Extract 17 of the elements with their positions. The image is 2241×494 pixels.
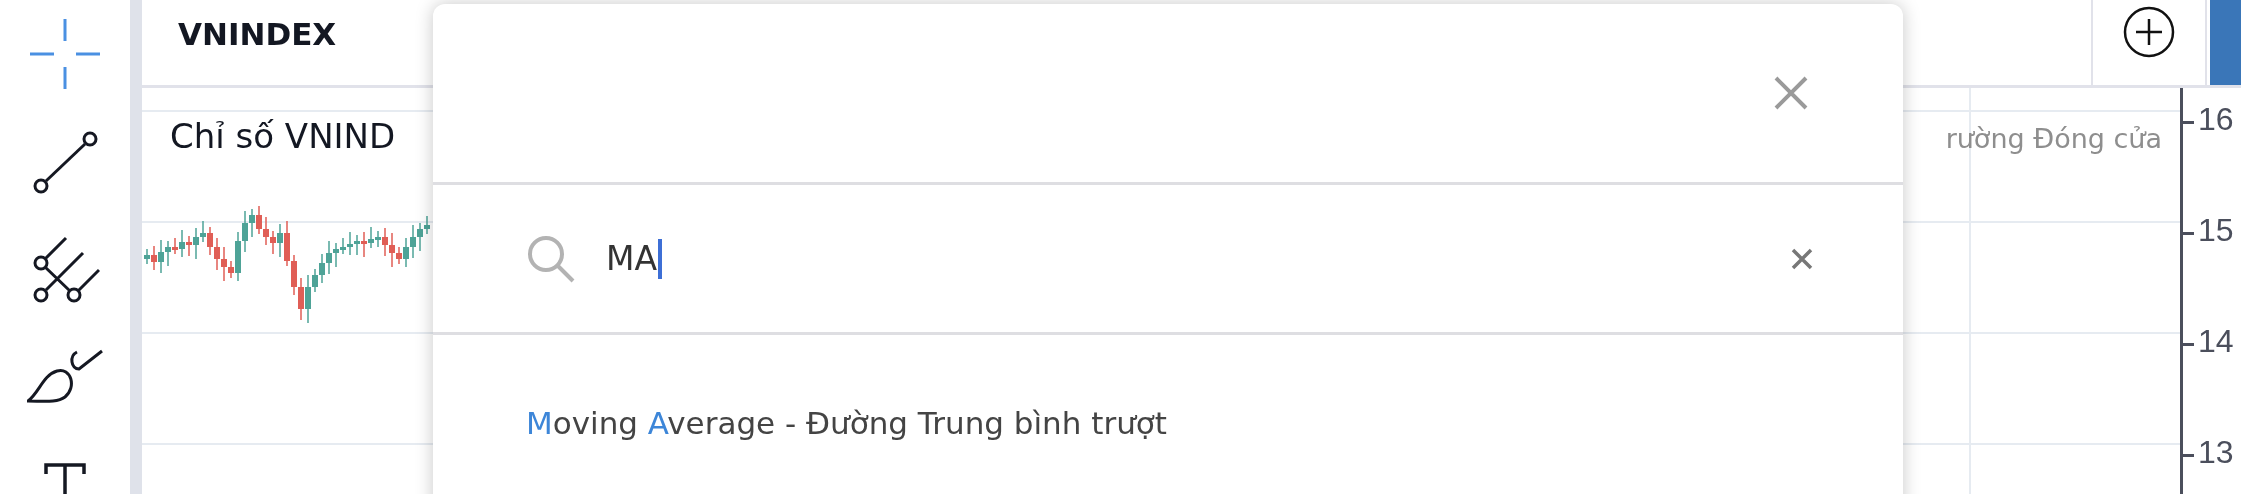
crosshair-icon xyxy=(30,19,100,89)
add-button[interactable] xyxy=(2091,0,2207,85)
text-cursor xyxy=(658,238,663,279)
chart-subtitle: rường Đóng cửa xyxy=(1945,123,2162,154)
close-icon[interactable] xyxy=(1774,76,1808,110)
search-icon xyxy=(526,233,576,284)
price-label: 14 xyxy=(2198,323,2234,360)
price-label: 16 xyxy=(2198,101,2234,138)
symbol-name[interactable]: VNINDEX xyxy=(142,0,337,52)
price-label: 15 xyxy=(2198,212,2234,249)
indicator-result[interactable]: Moving Average - Đường Trung bình trượt xyxy=(526,405,1903,441)
search-field[interactable]: MA xyxy=(433,185,1903,335)
search-text: MA xyxy=(606,239,658,278)
price-label: 13 xyxy=(2198,434,2234,471)
clear-icon[interactable] xyxy=(1791,247,1813,270)
plus-icon xyxy=(2123,6,2175,58)
chart-title: Chỉ số VNIND xyxy=(170,116,396,156)
